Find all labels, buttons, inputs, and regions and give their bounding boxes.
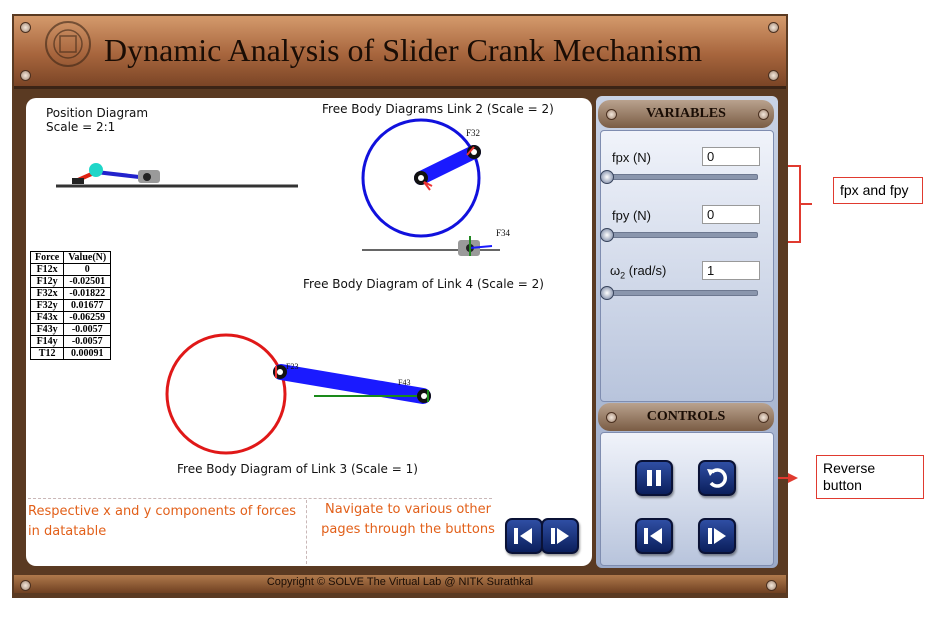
table-cell: 0 [63, 263, 112, 276]
joint-a [89, 163, 103, 177]
table-cell: F14y [29, 335, 65, 348]
omega-slider-thumb[interactable] [600, 286, 614, 300]
screw-icon [606, 412, 617, 423]
screw-icon [606, 109, 617, 120]
table-cell: T12 [29, 347, 65, 360]
omega-symbol: ω [610, 263, 621, 278]
reverse-button[interactable] [698, 460, 736, 496]
table-cell: F32x [29, 287, 65, 300]
table-cell: -0.0057 [63, 335, 112, 348]
nav-previous-button[interactable] [505, 518, 543, 554]
fpx-label: fpx (N) [612, 150, 651, 165]
controls-box [600, 432, 774, 566]
table-row: T12 0.00091 [29, 347, 112, 360]
table-row: F14y -0.0057 [29, 335, 112, 348]
pause-icon [647, 470, 661, 486]
controls-heading-label: CONTROLS [646, 409, 726, 424]
reverse-icon [707, 468, 727, 488]
table-row: F12y -0.02501 [29, 275, 112, 288]
omega-slider-track[interactable] [606, 290, 758, 296]
notes-divider-vertical [306, 500, 307, 564]
step-back-icon [514, 528, 532, 544]
label-f23: F23 [286, 362, 299, 371]
annotation-fpx-fpy: fpx and fpy [833, 177, 923, 204]
fpy-input[interactable]: 0 [702, 205, 760, 224]
step-forward-icon [708, 528, 726, 544]
variables-heading-label: VARIABLES [646, 106, 726, 121]
step-forward-button[interactable] [698, 518, 736, 554]
fpx-slider-thumb[interactable] [600, 170, 614, 184]
pause-button[interactable] [635, 460, 673, 496]
step-back-icon [644, 528, 662, 544]
note-right: Navigate to various other pages through … [321, 502, 495, 537]
table-row: F43y -0.0057 [29, 323, 112, 336]
copyright-text: Copyright © SOLVE The Virtual Lab @ NITK… [266, 576, 534, 588]
table-header-row: Force Value(N) [29, 251, 112, 264]
fpx-input[interactable]: 0 [702, 147, 760, 166]
step-forward-icon [551, 528, 569, 544]
table-cell: F12y [29, 275, 65, 288]
label-f43: F43 [398, 378, 411, 387]
table-cell: F32y [29, 299, 65, 312]
screw-icon [758, 412, 769, 423]
step-back-button[interactable] [635, 518, 673, 554]
controls-heading: CONTROLS [598, 403, 774, 431]
fbd-link4-title: Free Body Diagram of Link 4 (Scale = 2) [303, 277, 544, 291]
table-cell: F43y [29, 323, 65, 336]
fpy-slider-thumb[interactable] [600, 228, 614, 242]
footer-bar: Copyright © SOLVE The Virtual Lab @ NITK… [14, 575, 786, 593]
table-cell: 0.01677 [63, 299, 112, 312]
fpy-label: fpy (N) [612, 208, 651, 223]
omega-label: ω2 (rad/s) [610, 263, 666, 281]
fbd-link2-title: Free Body Diagrams Link 2 (Scale = 2) [322, 102, 554, 116]
table-row: F32y 0.01677 [29, 299, 112, 312]
fbd-link3-title: Free Body Diagram of Link 3 (Scale = 1) [177, 462, 418, 476]
table-row: F12x 0 [29, 263, 112, 276]
screw-icon [20, 580, 31, 591]
fpy-slider-track[interactable] [606, 232, 758, 238]
position-diagram-title: Position Diagram [46, 106, 149, 120]
link3-circle [165, 333, 287, 455]
annotation-reverse-button: Reverse button [816, 455, 924, 499]
table-row: F32x -0.01822 [29, 287, 112, 300]
screw-icon [766, 580, 777, 591]
note-left: Respective x and y components of forces … [28, 504, 297, 539]
position-diagram-scale: Scale = 2:1 [46, 120, 116, 134]
table-cell: 0.00091 [63, 347, 112, 360]
label-f34: F34 [496, 228, 511, 238]
force-table: Force Value(N) F12x 0 F12y -0.02501 F32x -0… [29, 251, 112, 360]
table-cell: -0.06259 [63, 311, 112, 324]
table-row: F43x -0.06259 [29, 311, 112, 324]
table-cell: -0.01822 [63, 287, 112, 300]
label-f32: F32 [466, 128, 481, 138]
table-cell: -0.02501 [63, 275, 112, 288]
omega-input[interactable]: 1 [702, 261, 760, 280]
link2-bar [414, 145, 481, 185]
table-cell: -0.0057 [63, 323, 112, 336]
table-cell: F43x [29, 311, 65, 324]
screw-icon [758, 109, 769, 120]
table-header: Force [29, 251, 65, 264]
variables-heading: VARIABLES [598, 100, 774, 128]
notes-divider [28, 498, 492, 499]
omega-unit: (rad/s) [625, 263, 667, 278]
table-header: Value(N) [63, 251, 112, 264]
fpx-slider-track[interactable] [606, 174, 758, 180]
nav-next-button[interactable] [541, 518, 579, 554]
table-cell: F12x [29, 263, 65, 276]
